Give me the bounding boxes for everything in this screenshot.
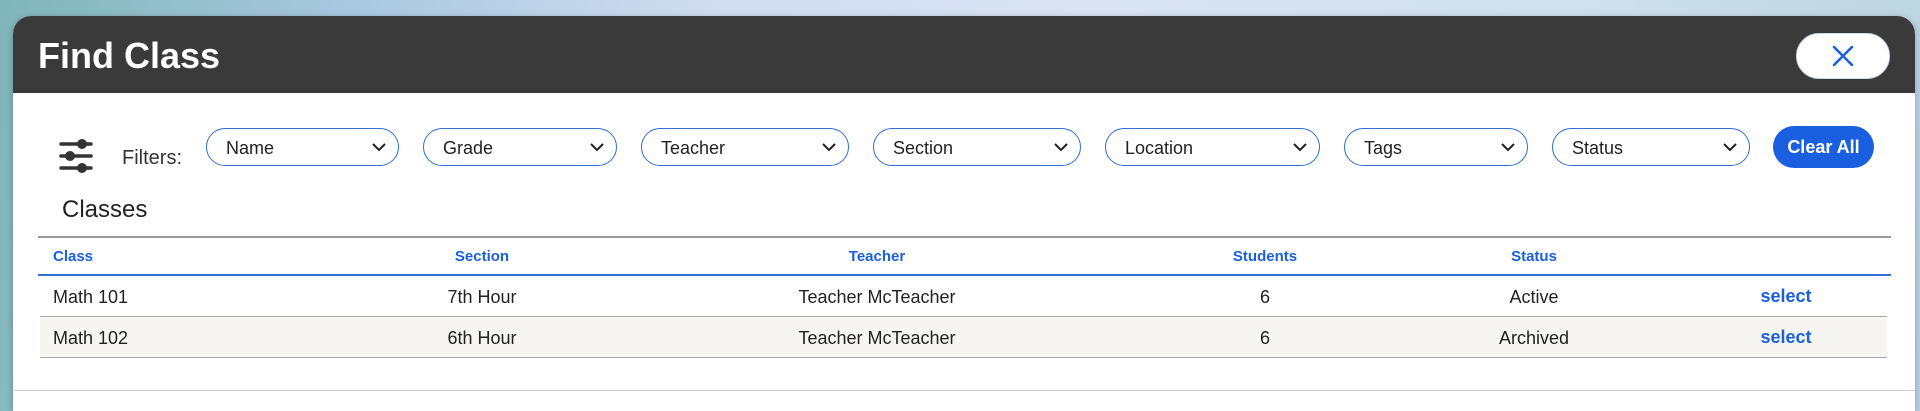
clear-all-button[interactable]: Clear All <box>1773 126 1874 168</box>
teacher-cell: Teacher McTeacher <box>798 328 956 348</box>
select-label: Section <box>893 138 954 158</box>
sliders-icon <box>59 139 93 173</box>
find-class-modal: Find Class Filters: Name Grade Teacher S… <box>13 16 1915 411</box>
select-label: Tags <box>1364 138 1403 158</box>
close-icon <box>1832 45 1854 67</box>
filters-label: Filters: <box>122 147 182 169</box>
column-header-students[interactable]: Students <box>1233 249 1297 265</box>
column-header-section[interactable]: Section <box>455 249 509 265</box>
table-row: Math 102 6th Hour Teacher McTeacher 6 Ar… <box>40 317 1887 358</box>
teacher-cell: Teacher McTeacher <box>798 287 956 307</box>
class-cell: Math 102 <box>53 328 129 348</box>
modal-title: Find Class <box>38 35 221 76</box>
footer-divider <box>13 390 1915 391</box>
tags-filter-select[interactable]: Tags <box>1344 128 1528 166</box>
column-header-status[interactable]: Status <box>1511 249 1557 265</box>
chevron-down-icon <box>1723 143 1737 152</box>
section-filter-select[interactable]: Section <box>873 128 1081 166</box>
select-label: Teacher <box>661 138 726 158</box>
chevron-down-icon <box>822 143 836 152</box>
section-cell: 6th Hour <box>447 328 517 348</box>
column-header-class[interactable]: Class <box>53 249 93 265</box>
select-label: Grade <box>443 138 494 158</box>
modal-header: Find Class <box>13 16 1915 93</box>
select-link[interactable]: select <box>1760 286 1811 307</box>
status-cell: Active <box>1509 287 1559 307</box>
chevron-down-icon <box>1054 143 1068 152</box>
select-label: Name <box>226 138 275 158</box>
select-label: Status <box>1572 138 1624 158</box>
name-filter-select[interactable]: Name <box>206 128 399 166</box>
filter-bar: Filters: Name Grade Teacher Section Loca… <box>13 126 1915 186</box>
teacher-filter-select[interactable]: Teacher <box>641 128 849 166</box>
grade-filter-select[interactable]: Grade <box>423 128 617 166</box>
class-cell: Math 101 <box>53 287 129 307</box>
status-cell: Archived <box>1498 328 1570 348</box>
table-row: Math 101 7th Hour Teacher McTeacher 6 Ac… <box>40 276 1887 317</box>
chevron-down-icon <box>590 143 604 152</box>
column-header-teacher[interactable]: Teacher <box>849 249 905 265</box>
students-cell: 6 <box>1259 287 1271 307</box>
status-filter-select[interactable]: Status <box>1552 128 1750 166</box>
location-filter-select[interactable]: Location <box>1105 128 1320 166</box>
close-button[interactable] <box>1796 33 1890 79</box>
classes-heading: Classes <box>62 196 148 223</box>
section-cell: 7th Hour <box>447 287 517 307</box>
select-link[interactable]: select <box>1760 327 1811 348</box>
select-label: Location <box>1125 138 1194 158</box>
chevron-down-icon <box>1293 143 1307 152</box>
students-cell: 6 <box>1259 328 1271 348</box>
chevron-down-icon <box>1501 143 1515 152</box>
classes-table: Class Section Teacher Students Status Ma… <box>38 236 1891 358</box>
table-header: Class Section Teacher Students Status <box>38 238 1891 276</box>
chevron-down-icon <box>372 143 386 152</box>
